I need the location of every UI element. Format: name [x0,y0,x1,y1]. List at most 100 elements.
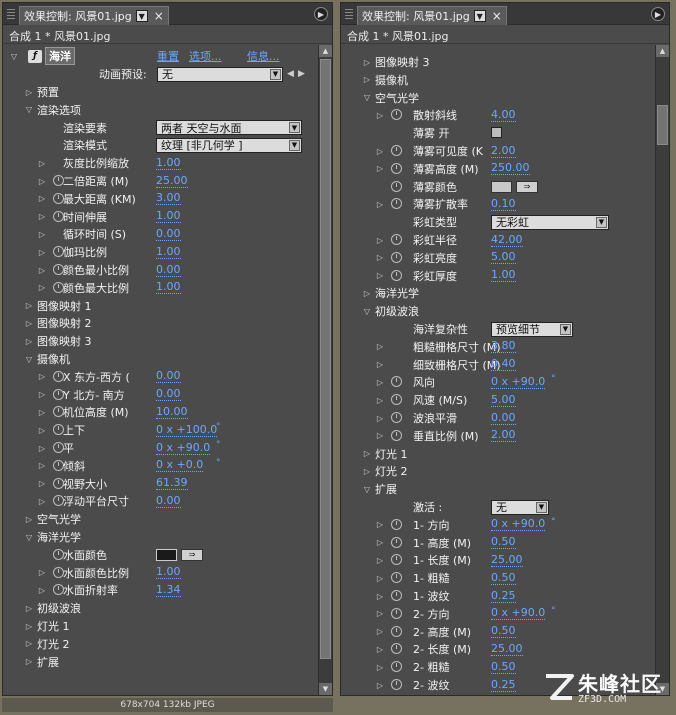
stopwatch-icon[interactable] [391,412,402,423]
stopwatch-icon[interactable] [391,251,402,263]
property-value[interactable]: 1.00 [156,566,181,580]
stopwatch-icon[interactable] [391,394,402,406]
collapsed-triangle-icon[interactable]: ▷ [362,449,372,458]
property-value[interactable]: 1.00 [491,269,516,283]
prev-preset-icon[interactable]: ◀ [287,69,294,79]
collapsed-triangle-icon[interactable]: ▷ [37,444,47,453]
stopwatch-icon[interactable] [391,376,402,388]
expanded-triangle-icon[interactable]: ▽ [362,485,372,494]
left-scrollbar[interactable]: ▲ ▼ [318,45,332,695]
property-value[interactable]: 0 x +90.0 [491,375,546,389]
collapsed-triangle-icon[interactable]: ▷ [375,609,385,618]
color-swatch[interactable] [156,548,177,561]
stopwatch-icon[interactable] [391,429,402,441]
eyedropper-icon[interactable]: ⇒ [516,180,538,193]
color-swatch[interactable] [491,180,512,193]
collapsed-triangle-icon[interactable]: ▷ [24,657,34,666]
collapsed-triangle-icon[interactable]: ▷ [375,164,385,173]
property-value[interactable]: 61.39 [156,477,188,491]
collapsed-triangle-icon[interactable]: ▷ [24,604,34,613]
property-dropdown[interactable]: 纹理 [非几何学 ] ▼ [156,137,302,153]
scroll-down-icon[interactable]: ▼ [319,683,332,695]
property-value[interactable]: 250.00 [491,162,530,176]
stopwatch-icon[interactable] [391,572,402,584]
stopwatch-icon[interactable] [391,145,402,156]
collapsed-triangle-icon[interactable]: ▷ [375,378,385,387]
collapsed-triangle-icon[interactable]: ▷ [24,515,34,524]
collapsed-triangle-icon[interactable]: ▷ [37,177,47,186]
property-value[interactable]: 0 x +90.0 [491,518,546,532]
next-preset-icon[interactable]: ▶ [298,69,305,79]
collapsed-triangle-icon[interactable]: ▷ [37,461,47,470]
property-value[interactable]: 0.10 [491,197,516,211]
property-value[interactable]: 10.00 [156,405,188,419]
property-value[interactable]: 25.00 [491,553,523,567]
close-icon[interactable]: × [492,9,502,23]
collapsed-triangle-icon[interactable]: ▷ [37,497,47,506]
expanded-triangle-icon[interactable]: ▽ [24,105,34,114]
collapsed-triangle-icon[interactable]: ▷ [362,75,372,84]
property-value[interactable]: 25.00 [491,642,523,656]
stopwatch-icon[interactable] [391,536,402,548]
collapsed-triangle-icon[interactable]: ▷ [375,520,385,529]
stopwatch-icon[interactable] [391,643,402,655]
collapsed-triangle-icon[interactable]: ▷ [37,283,47,292]
property-value[interactable]: 3.00 [156,192,181,206]
property-value[interactable]: 0.40 [491,358,516,372]
property-dropdown[interactable]: 预览细节 ▼ [491,321,573,337]
property-value[interactable]: 0 x +0.0 [156,459,204,473]
options-button[interactable]: 选项... [189,48,222,64]
panel-menu-icon[interactable]: ▶ [651,7,665,21]
collapsed-triangle-icon[interactable]: ▷ [37,248,47,257]
collapsed-triangle-icon[interactable]: ▷ [375,396,385,405]
property-value[interactable]: 0.25 [491,589,516,603]
collapsed-triangle-icon[interactable]: ▷ [375,538,385,547]
collapsed-triangle-icon[interactable]: ▷ [375,236,385,245]
property-value[interactable]: 0.50 [491,571,516,585]
collapsed-triangle-icon[interactable]: ▷ [37,212,47,221]
collapsed-triangle-icon[interactable]: ▷ [37,390,47,399]
property-value[interactable]: 3.80 [491,340,516,354]
collapsed-triangle-icon[interactable]: ▷ [375,147,385,156]
preset-dropdown[interactable]: 无 ▼ [157,66,283,82]
collapsed-triangle-icon[interactable]: ▷ [375,592,385,601]
expanded-triangle-icon[interactable]: ▽ [24,355,34,364]
haze-checkbox[interactable] [491,127,502,139]
close-icon[interactable]: × [154,9,164,23]
collapsed-triangle-icon[interactable]: ▷ [24,639,34,648]
stopwatch-icon[interactable] [391,234,402,245]
panel-menu-icon[interactable]: ▶ [314,7,328,21]
collapsed-triangle-icon[interactable]: ▷ [37,586,47,595]
property-value[interactable]: 1.34 [156,583,181,597]
stopwatch-icon[interactable] [391,625,402,637]
collapsed-triangle-icon[interactable]: ▷ [375,556,385,565]
property-value[interactable]: 1.00 [156,210,181,224]
property-value[interactable]: 0.50 [491,660,516,674]
property-dropdown[interactable]: 无彩虹 ▼ [491,214,609,230]
left-panel-tab[interactable]: 效果控制: 风景01.jpg ▼ × [19,6,169,25]
property-value[interactable]: 2.00 [491,429,516,443]
property-value[interactable]: 4.00 [491,108,516,122]
property-value[interactable]: 0.00 [156,388,181,402]
property-value[interactable]: 1.00 [156,156,181,170]
right-panel-tab[interactable]: 效果控制: 风景01.jpg ▼ × [357,6,507,25]
property-value[interactable]: 0.25 [491,678,516,692]
stopwatch-icon[interactable] [391,180,402,192]
collapsed-triangle-icon[interactable]: ▷ [37,372,47,381]
collapsed-triangle-icon[interactable]: ▷ [37,479,47,488]
collapsed-triangle-icon[interactable]: ▷ [362,58,372,67]
property-dropdown[interactable]: 无 ▼ [491,499,549,515]
collapsed-triangle-icon[interactable]: ▷ [375,360,385,369]
eyedropper-icon[interactable]: ⇒ [181,548,203,561]
left-scroll-thumb[interactable] [320,59,331,659]
property-value[interactable]: 0.00 [156,263,181,277]
scroll-up-icon[interactable]: ▲ [656,45,669,57]
property-value[interactable]: 0 x +90.0 [491,607,546,621]
about-button[interactable]: 信息... [247,48,280,64]
collapsed-triangle-icon[interactable]: ▷ [375,681,385,690]
collapsed-triangle-icon[interactable]: ▷ [24,622,34,631]
stopwatch-icon[interactable] [391,269,402,281]
collapsed-triangle-icon[interactable]: ▷ [375,414,385,423]
stopwatch-icon[interactable] [391,198,402,210]
reset-button[interactable]: 重置 [157,48,179,64]
